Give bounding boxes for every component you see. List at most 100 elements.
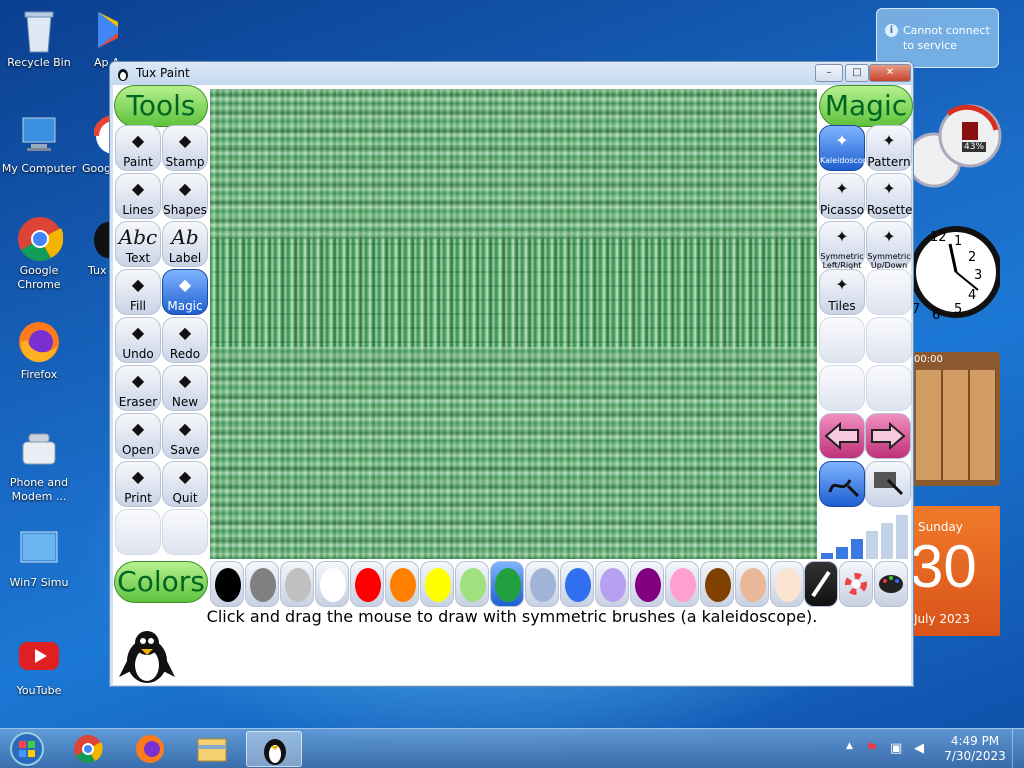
- color-swatch[interactable]: [560, 561, 594, 607]
- color-swatch[interactable]: [735, 561, 769, 607]
- tool-open-button[interactable]: ◆ Open: [115, 413, 161, 459]
- color-swatch[interactable]: [210, 561, 244, 607]
- color-swatch[interactable]: [455, 561, 489, 607]
- color-swatch[interactable]: [700, 561, 734, 607]
- meter-gauge-icon: [906, 104, 1002, 188]
- close-button[interactable]: ✕: [869, 64, 911, 82]
- drawing-canvas[interactable]: [210, 89, 817, 559]
- tux-icon: [92, 216, 110, 260]
- color-swatch[interactable]: [490, 561, 524, 607]
- magic-rosette-button[interactable]: ✦ Rosette: [866, 173, 913, 219]
- canvas-band: [210, 347, 817, 559]
- tux-paint-window: Tux Paint – □ ✕ Tools ◆ Paint ◆ Stamp ◆ Lines…: [109, 61, 914, 687]
- chrome-icon: [17, 216, 64, 261]
- tool-lines-button[interactable]: ◆ Lines: [115, 173, 161, 219]
- clock-number-3: 3: [974, 268, 983, 283]
- color-dot: [320, 568, 346, 602]
- desktop-icon-firefox[interactable]: Firefox: [1, 320, 77, 382]
- empty-tool-slot: [162, 509, 208, 555]
- tool-stamp-button[interactable]: ◆ Stamp: [162, 125, 208, 171]
- desktop-icon-recycle-bin[interactable]: Recycle Bin: [1, 8, 77, 70]
- magic-next-button[interactable]: [865, 413, 911, 459]
- color-swatch[interactable]: [315, 561, 349, 607]
- tool-save-button[interactable]: ◆ Save: [162, 413, 208, 459]
- color-swatch[interactable]: [665, 561, 699, 607]
- magic-symmetric-left-right-button[interactable]: ✦ Symmetric Left/Right: [819, 221, 865, 270]
- magic-kaleidoscope-button[interactable]: ✦ Kaleidoscope: [819, 125, 873, 171]
- color-mixer[interactable]: [874, 561, 908, 607]
- start-orb-icon: [10, 732, 44, 766]
- tool-fill-button[interactable]: ◆ Fill: [115, 269, 161, 315]
- color-dot: [495, 568, 521, 602]
- color-swatch[interactable]: [280, 561, 314, 607]
- desktop-icon-google[interactable]: Goog: [80, 114, 110, 176]
- label-icon: Ab: [171, 225, 199, 249]
- tool-label: Shapes: [163, 203, 207, 217]
- color-swatch[interactable]: [525, 561, 559, 607]
- taskbar-clock[interactable]: 4:49 PM 7/30/2023: [940, 734, 1010, 764]
- magic-pattern-button[interactable]: ✦ Pattern: [866, 125, 912, 171]
- color-swatch[interactable]: [350, 561, 384, 607]
- tool-quit-button[interactable]: ◆ Quit: [162, 461, 208, 507]
- desktop-icon-win7-simu[interactable]: Win7 Simu: [1, 528, 77, 590]
- tool-print-button[interactable]: ◆ Print: [115, 461, 161, 507]
- picture-puzzle-gadget[interactable]: 00:00: [910, 352, 1000, 486]
- color-picker-eyedropper[interactable]: [804, 561, 838, 607]
- title-bar[interactable]: Tux Paint – □ ✕: [110, 62, 913, 85]
- minimize-button[interactable]: –: [815, 64, 843, 82]
- fullscreen-mode-icon: [874, 472, 904, 496]
- color-swatch[interactable]: [595, 561, 629, 607]
- taskbar-firefox[interactable]: [122, 731, 178, 767]
- calendar-gadget: Sunday 30 July 2023: [910, 506, 1000, 636]
- color-swatch[interactable]: [630, 561, 664, 607]
- desktop-icon-label: Google Chrome: [17, 264, 61, 291]
- desktop-icon-phone-modem[interactable]: Phone and Modem ...: [1, 428, 77, 504]
- taskbar-explorer[interactable]: [184, 731, 240, 767]
- puzzle-grid[interactable]: [916, 370, 996, 480]
- desktop-icon-chrome[interactable]: Google Chrome: [1, 216, 77, 292]
- magic-header: Magic: [819, 85, 913, 127]
- tool-eraser-button[interactable]: ◆ Eraser: [115, 365, 161, 411]
- desktop-icon-my-computer[interactable]: My Computer: [1, 114, 77, 176]
- color-rainbow-picker[interactable]: [839, 561, 873, 607]
- brush-size-selector[interactable]: [819, 509, 911, 559]
- magic-symmetric-up-down-button[interactable]: ✦ Symmetric Up/Down: [866, 221, 912, 270]
- taskbar-tux-paint[interactable]: [246, 731, 302, 767]
- start-button[interactable]: [4, 731, 50, 767]
- action-center-icon[interactable]: ⚑: [866, 741, 878, 756]
- tool-text-button[interactable]: Abc Text: [115, 221, 161, 267]
- magic-fullscreen-mode-button[interactable]: [865, 461, 911, 507]
- magic-tiles-button[interactable]: ✦ Tiles: [819, 269, 865, 315]
- tool-new-button[interactable]: ◆ New: [162, 365, 208, 411]
- tool-redo-button[interactable]: ◆ Redo: [162, 317, 208, 363]
- pattern-icon: ✦: [882, 131, 896, 150]
- color-swatch[interactable]: [770, 561, 804, 607]
- magic-paint-mode-button[interactable]: [819, 461, 865, 507]
- color-dot: [670, 568, 696, 602]
- magic-picasso-button[interactable]: ✦ Picasso: [819, 173, 865, 219]
- magic-prev-button[interactable]: [819, 413, 865, 459]
- tool-magic-button[interactable]: ◆ Magic: [162, 269, 208, 315]
- color-swatch[interactable]: [385, 561, 419, 607]
- kaleidoscope-icon: ✦: [835, 131, 849, 150]
- taskbar-chrome[interactable]: [60, 731, 116, 767]
- color-dot: [250, 568, 276, 602]
- tool-paint-button[interactable]: ◆ Paint: [115, 125, 161, 171]
- show-desktop-button[interactable]: [1012, 729, 1024, 768]
- notification-balloon[interactable]: i Cannot connect to service: [876, 8, 999, 68]
- play-store-icon: [94, 8, 118, 52]
- network-icon[interactable]: ▣: [890, 741, 902, 756]
- clock-number-6: 6: [932, 308, 941, 323]
- tool-shapes-button[interactable]: ◆ Shapes: [162, 173, 208, 219]
- color-swatch[interactable]: [420, 561, 454, 607]
- desktop-icon-tux[interactable]: Tux: [88, 216, 110, 278]
- show-hidden-icons[interactable]: ▲: [846, 741, 853, 751]
- volume-muted-icon[interactable]: ◀: [914, 741, 924, 756]
- maximize-button[interactable]: □: [845, 64, 869, 82]
- tool-undo-button[interactable]: ◆ Undo: [115, 317, 161, 363]
- color-swatch[interactable]: [245, 561, 279, 607]
- tool-label-button[interactable]: Ab Label: [162, 221, 208, 267]
- desktop-icon-youtube[interactable]: YouTube: [1, 636, 77, 698]
- clock-number-12: 12: [930, 230, 947, 245]
- eraser-icon: ◆: [131, 371, 145, 390]
